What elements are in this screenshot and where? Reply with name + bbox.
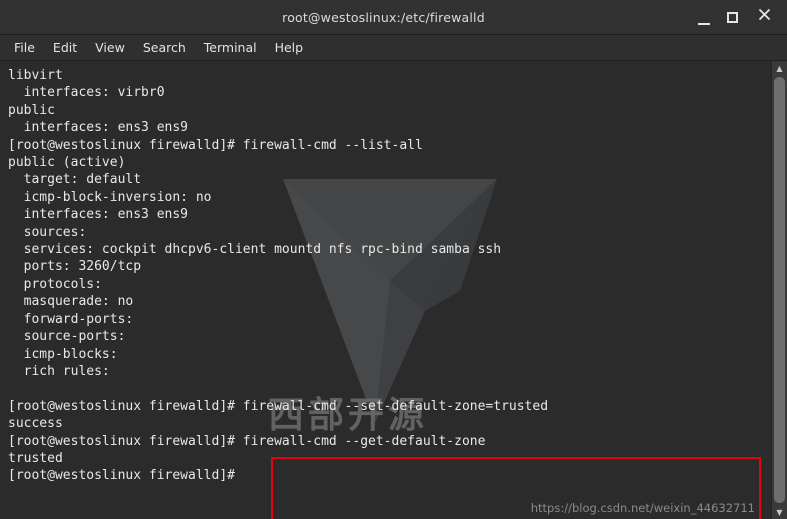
minimize-icon[interactable] (697, 14, 711, 29)
terminal-output: libvirt interfaces: virbr0 public interf… (8, 68, 549, 484)
terminal-screen[interactable]: 西部开源 libvirt interfaces: virbr0 public i… (0, 61, 771, 519)
menu-item-terminal[interactable]: Terminal (204, 40, 257, 55)
menu-item-file[interactable]: File (14, 40, 35, 55)
maximize-icon[interactable] (727, 11, 741, 23)
terminal-window: root@westoslinux:/etc/firewalld File Edi… (0, 0, 787, 519)
scrollbar-up-arrow-icon[interactable]: ▲ (772, 61, 787, 75)
window-controls (697, 8, 787, 29)
window-title: root@westoslinux:/etc/firewalld (282, 9, 485, 25)
terminal-body: 西部开源 libvirt interfaces: virbr0 public i… (0, 61, 787, 519)
watermark-url: https://blog.csdn.net/weixin_44632711 (530, 501, 755, 515)
close-icon[interactable] (757, 8, 771, 25)
terminal-scrollbar[interactable]: ▲ ▼ (771, 61, 787, 519)
menu-item-search[interactable]: Search (143, 40, 186, 55)
menu-item-help[interactable]: Help (275, 40, 304, 55)
menu-item-view[interactable]: View (95, 40, 125, 55)
scrollbar-down-arrow-icon[interactable]: ▼ (772, 505, 787, 519)
menu-item-edit[interactable]: Edit (53, 40, 77, 55)
scrollbar-thumb[interactable] (774, 77, 785, 503)
menu-bar: File Edit View Search Terminal Help (0, 35, 787, 61)
title-bar: root@westoslinux:/etc/firewalld (0, 0, 787, 35)
